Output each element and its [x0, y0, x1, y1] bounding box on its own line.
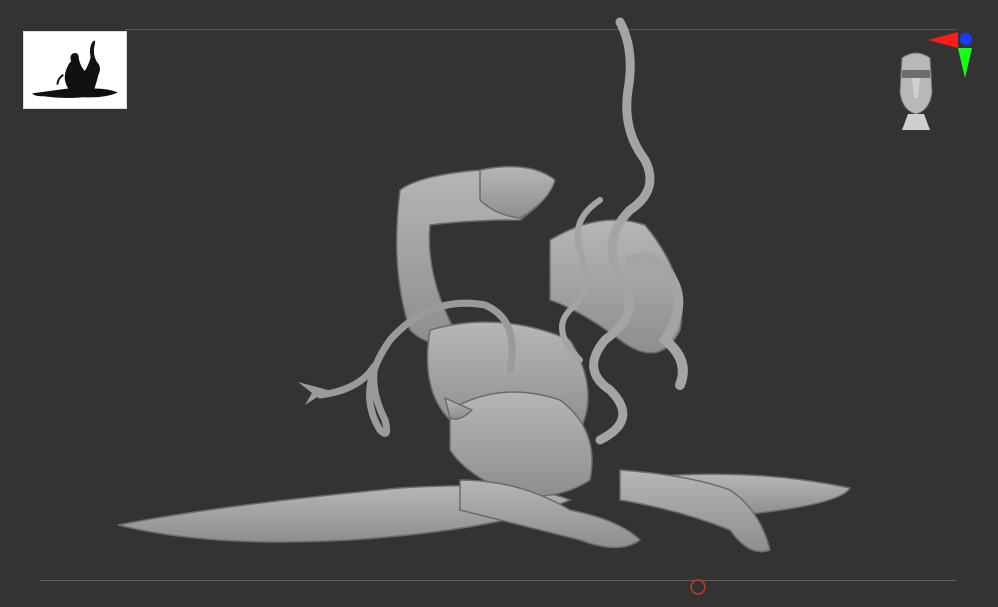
axis-gizmo[interactable] [924, 26, 980, 82]
y-axis-icon[interactable] [958, 48, 972, 78]
canvas-border-bottom [40, 580, 956, 581]
x-axis-icon[interactable] [928, 32, 958, 48]
brush-cursor-icon [689, 578, 707, 596]
model-render [117, 17, 852, 553]
sculpt-model[interactable] [100, 10, 880, 580]
z-axis-icon[interactable] [960, 33, 972, 45]
3d-viewport[interactable] [0, 0, 998, 607]
